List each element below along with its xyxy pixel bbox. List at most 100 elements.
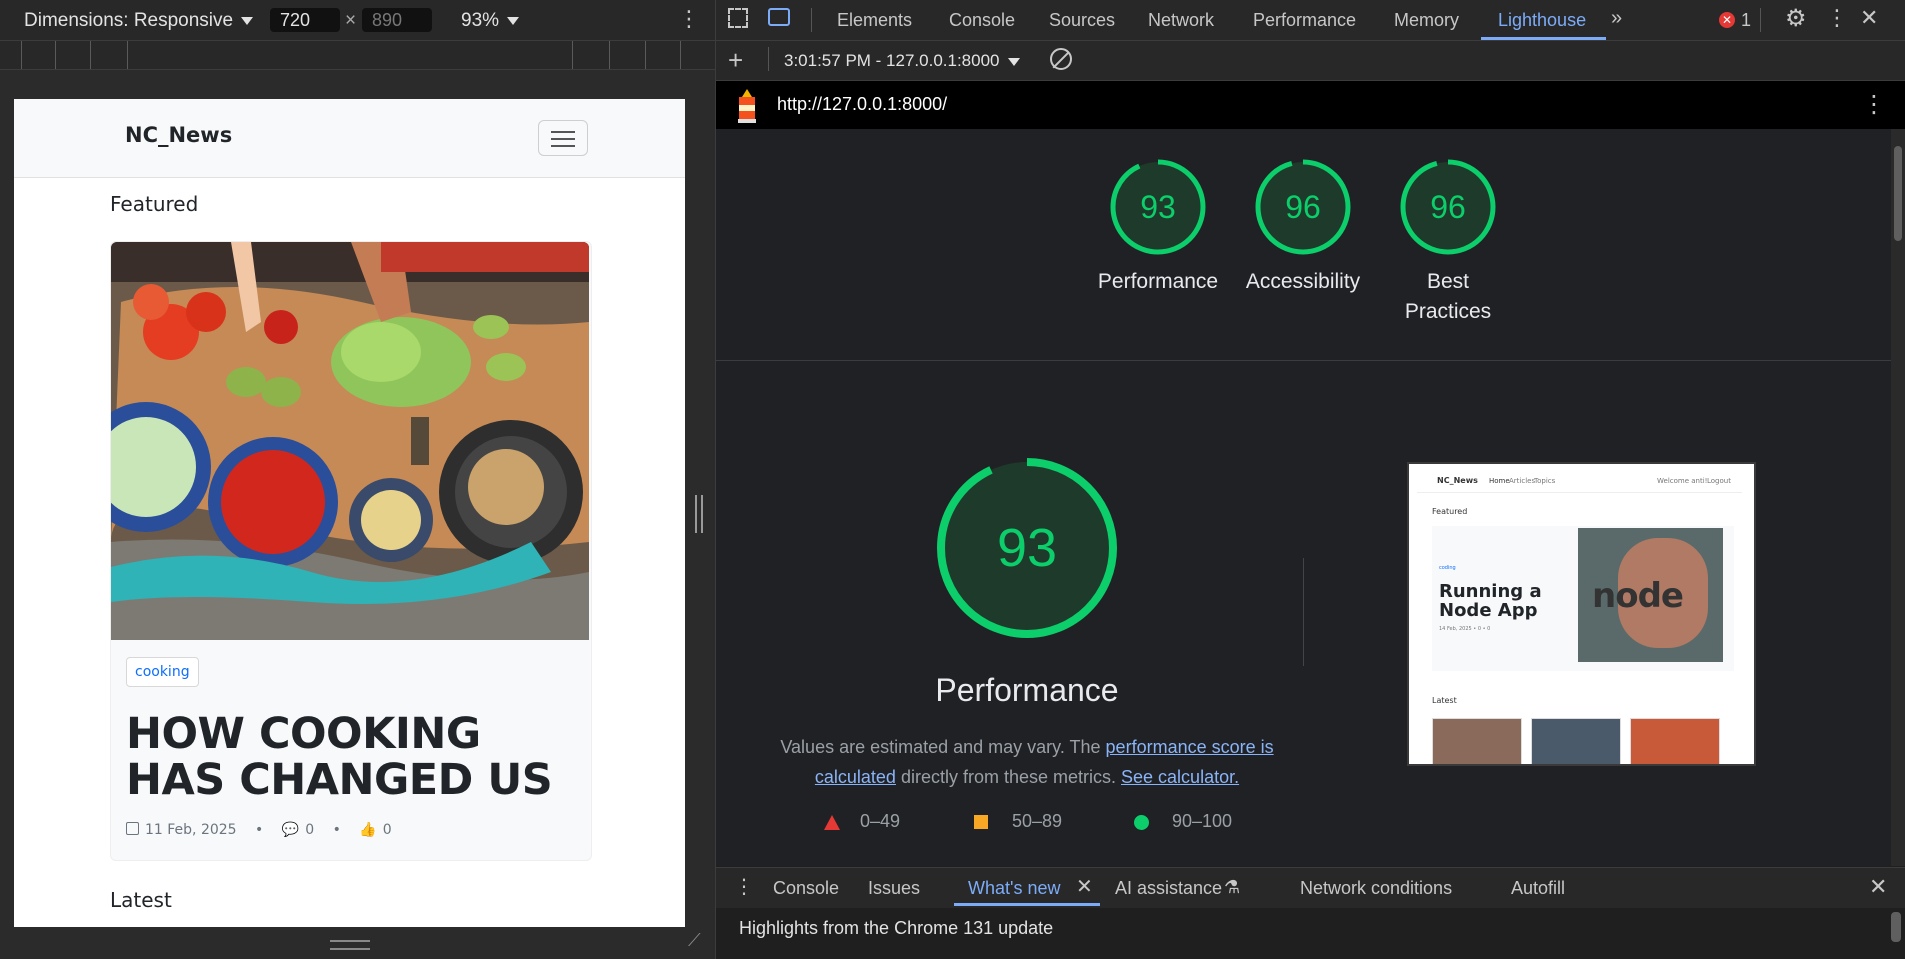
tab-console[interactable]: Console bbox=[949, 10, 1015, 31]
width-input[interactable]: 720 bbox=[270, 8, 340, 32]
times-sign: × bbox=[345, 10, 357, 31]
preview-latest: Latest bbox=[1432, 696, 1457, 705]
featured-heading: Featured bbox=[110, 192, 199, 216]
device-toolbar-toggle-icon[interactable] bbox=[768, 8, 790, 26]
description-text: directly from these metrics. bbox=[895, 767, 1122, 787]
inspect-element-icon[interactable] bbox=[728, 8, 748, 28]
gauge-performance[interactable]: 93 bbox=[1108, 157, 1208, 262]
legend-range: 90–100 bbox=[1172, 811, 1233, 831]
drawer-tab-ai-assistance[interactable]: AI assistance bbox=[1115, 878, 1222, 899]
flask-icon: ⚗ bbox=[1224, 877, 1241, 897]
see-calculator-link[interactable]: See calculator. bbox=[1121, 767, 1239, 787]
vote-count: 0 bbox=[382, 822, 392, 838]
preview-node-image: node bbox=[1578, 528, 1723, 662]
tab-lighthouse[interactable]: Lighthouse bbox=[1498, 10, 1586, 31]
description-text: Values are estimated and may vary. The bbox=[780, 737, 1106, 757]
tab-performance[interactable]: Performance bbox=[1253, 10, 1356, 31]
final-screenshot-preview[interactable]: NC_News Home Articles Topics Welcome ant… bbox=[1407, 462, 1756, 766]
close-devtools-icon[interactable]: ✕ bbox=[1860, 5, 1878, 31]
lighthouse-logo-icon bbox=[738, 89, 756, 123]
report-menu-icon[interactable]: ⋮ bbox=[1862, 90, 1886, 119]
emulated-viewport: NC_News Featured cooking HOW COOKING HAS… bbox=[14, 99, 685, 927]
site-navbar: NC_News bbox=[14, 99, 685, 178]
more-tabs-icon[interactable]: » bbox=[1611, 7, 1622, 30]
toolbar-divider bbox=[1760, 8, 1761, 32]
active-tab-indicator bbox=[1481, 37, 1606, 40]
error-icon[interactable]: ✕ bbox=[1719, 12, 1735, 28]
drawer-scrollbar[interactable] bbox=[1891, 912, 1901, 942]
drawer-tab-whats-new[interactable]: What's new bbox=[968, 878, 1060, 899]
separator-dot: • bbox=[332, 822, 341, 838]
media-query-ruler bbox=[0, 40, 715, 70]
navbar-toggler-button[interactable] bbox=[538, 120, 588, 156]
customize-menu-icon[interactable]: ⋮ bbox=[1826, 5, 1848, 31]
report-url[interactable]: http://127.0.0.1:8000/ bbox=[777, 94, 947, 115]
tab-sources[interactable]: Sources bbox=[1049, 10, 1115, 31]
calendar-icon bbox=[126, 822, 139, 835]
legend-range: 50–89 bbox=[1012, 811, 1063, 831]
zoom-dropdown[interactable]: 93% bbox=[461, 10, 519, 32]
article-headline[interactable]: HOW COOKING HAS CHANGED US bbox=[126, 711, 576, 803]
report-url-bar: http://127.0.0.1:8000/ ⋮ bbox=[716, 81, 1905, 129]
preview-title: Running a Node App bbox=[1439, 581, 1542, 621]
drawer-tabs: ⋮ Console Issues What's new ✕ AI assista… bbox=[716, 867, 1905, 909]
separator-dot: • bbox=[255, 822, 264, 838]
gauge-label: Accessibility bbox=[1245, 270, 1361, 293]
comment-icon: 💬 bbox=[281, 822, 300, 838]
performance-description: Values are estimated and may vary. The p… bbox=[772, 732, 1282, 792]
tab-network[interactable]: Network bbox=[1148, 10, 1214, 31]
topic-badge[interactable]: cooking bbox=[126, 657, 199, 687]
preview-featured: Featured bbox=[1432, 507, 1468, 516]
gauge-best-practices[interactable]: 96 bbox=[1398, 157, 1498, 262]
lighthouse-toolbar: + 3:01:57 PM - 127.0.0.1:8000 bbox=[716, 41, 1905, 81]
preview-meta: 14 Feb, 2025 • 0 • 0 bbox=[1439, 626, 1491, 632]
drawer-menu-icon[interactable]: ⋮ bbox=[734, 874, 754, 899]
main-score: 93 bbox=[997, 518, 1057, 578]
drawer-tab-network-conditions[interactable]: Network conditions bbox=[1300, 878, 1452, 899]
drawer-tab-console[interactable]: Console bbox=[773, 878, 839, 899]
viewport-resize-handle[interactable] bbox=[330, 940, 370, 950]
performance-main-gauge: 93 bbox=[934, 455, 1120, 646]
preview-nav-articles: Articles bbox=[1509, 477, 1536, 485]
drawer-tab-issues[interactable]: Issues bbox=[868, 878, 920, 899]
average-square-icon bbox=[974, 815, 988, 829]
tab-memory[interactable]: Memory bbox=[1394, 10, 1459, 31]
drawer-content: Highlights from the Chrome 131 update bbox=[716, 908, 1905, 959]
gauge-label: Best Practices bbox=[1404, 270, 1492, 323]
vertical-separator bbox=[1303, 558, 1304, 666]
height-input[interactable]: 890 bbox=[362, 8, 432, 32]
preview-welcome: Welcome anti! bbox=[1657, 477, 1708, 485]
report-selector-dropdown[interactable]: 3:01:57 PM - 127.0.0.1:8000 bbox=[784, 51, 1020, 71]
article-date: 11 Feb, 2025 bbox=[145, 822, 237, 838]
gauge-label: Performance bbox=[1097, 270, 1219, 293]
article-image bbox=[111, 242, 589, 640]
clear-reports-icon[interactable] bbox=[1050, 48, 1072, 70]
preview-topic: coding bbox=[1439, 565, 1456, 571]
close-tab-icon[interactable]: ✕ bbox=[1076, 874, 1093, 899]
settings-gear-icon[interactable]: ⚙ bbox=[1785, 4, 1807, 33]
preview-logout: Logout bbox=[1707, 477, 1731, 485]
site-brand[interactable]: NC_News bbox=[125, 123, 232, 147]
drawer-tab-autofill[interactable]: Autofill bbox=[1511, 878, 1565, 899]
preview-nav-topics: Topics bbox=[1534, 477, 1556, 485]
tab-elements[interactable]: Elements bbox=[837, 10, 912, 31]
preview-node-logo: node bbox=[1592, 576, 1684, 616]
error-count[interactable]: 1 bbox=[1741, 10, 1751, 31]
toolbar-divider bbox=[811, 8, 812, 32]
drawer-active-indicator bbox=[954, 903, 1100, 906]
more-options-icon[interactable]: ⋮ bbox=[678, 6, 700, 32]
thumbs-up-icon[interactable]: 👍 bbox=[359, 822, 376, 838]
gauge-accessibility[interactable]: 96 bbox=[1253, 157, 1353, 262]
preview-nav-home: Home bbox=[1489, 477, 1510, 485]
scrollbar-thumb[interactable] bbox=[1894, 146, 1902, 241]
gauge-score: 96 bbox=[1430, 189, 1466, 225]
close-drawer-icon[interactable]: ✕ bbox=[1869, 874, 1887, 900]
corner-resize-icon[interactable]: ⟋ bbox=[688, 930, 701, 951]
article-meta: 11 Feb, 2025 • 💬 0 • 👍 0 bbox=[126, 822, 392, 838]
gauge-score: 93 bbox=[1140, 189, 1176, 225]
pane-resize-grip[interactable] bbox=[695, 495, 703, 533]
device-toolbar: Dimensions: Responsive 720 × 890 93% ⋮ bbox=[0, 0, 715, 40]
new-report-plus-icon[interactable]: + bbox=[728, 45, 743, 76]
dimensions-dropdown[interactable]: Dimensions: Responsive bbox=[24, 10, 253, 32]
toolbar-divider bbox=[768, 47, 769, 71]
